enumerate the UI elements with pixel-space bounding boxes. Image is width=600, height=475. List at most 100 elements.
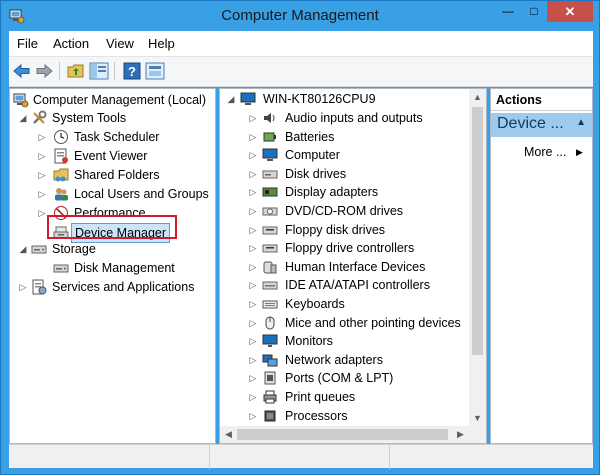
tree-item-shared-folders[interactable]: ▷ Shared Folders [10, 166, 215, 184]
device-category-label: Batteries [285, 129, 335, 144]
device-category-floppy-drive-controllers[interactable]: ▷ Floppy drive controllers [220, 239, 470, 257]
device-category-label: Ports (COM & LPT) [285, 371, 394, 386]
tree-item-computer-management[interactable]: Computer Management (Local) [10, 91, 215, 109]
device-category-label: Floppy drive controllers [285, 241, 415, 256]
tree-item-label: Shared Folders [74, 168, 160, 182]
device-category-processors[interactable]: ▷ Processors [220, 407, 470, 425]
close-button[interactable]: ✕ [547, 1, 593, 22]
forward-arrow-icon[interactable] [34, 61, 54, 81]
chevron-right-icon[interactable]: ▷ [248, 109, 258, 127]
tree-item-event-viewer[interactable]: ▷ Event Viewer [10, 147, 215, 165]
actions-section-device-manager[interactable]: Device ... ▲ [491, 113, 592, 137]
chevron-down-icon[interactable]: ◢ [226, 90, 236, 108]
device-category-display-adapters[interactable]: ▷ Display adapters [220, 183, 470, 201]
chevron-right-icon[interactable]: ▷ [37, 185, 47, 203]
scrollbar-thumb[interactable] [237, 429, 448, 440]
device-category-human-interface-devices[interactable]: ▷ Human Interface Devices [220, 258, 470, 276]
properties-icon[interactable] [145, 61, 165, 81]
chevron-right-icon[interactable]: ▷ [248, 128, 258, 146]
device-category-label: Monitors [285, 334, 333, 349]
chevron-right-icon[interactable]: ▷ [37, 147, 47, 165]
device-category-label: Computer [285, 148, 340, 163]
help-icon[interactable]: ? [122, 61, 142, 81]
tree-item-local-users-groups[interactable]: ▷ Local Users and Groups [10, 185, 215, 203]
chevron-right-icon[interactable]: ▷ [248, 165, 258, 183]
chevron-right-icon[interactable]: ▷ [248, 221, 258, 239]
chevron-right-icon[interactable]: ▷ [248, 146, 258, 164]
vertical-scrollbar[interactable]: ▲ ▼ [469, 89, 486, 427]
chevron-right-icon[interactable]: ▷ [248, 332, 258, 350]
menu-help[interactable]: Help [148, 36, 175, 51]
chevron-right-icon[interactable]: ▷ [248, 351, 258, 369]
chevron-right-icon[interactable]: ▷ [18, 278, 28, 296]
chevron-down-icon[interactable]: ◢ [18, 109, 28, 127]
ide-controller-icon [262, 281, 278, 290]
chevron-down-icon[interactable]: ◢ [18, 240, 28, 258]
speaker-icon [264, 113, 275, 123]
up-folder-icon[interactable] [66, 61, 86, 81]
device-category-label: Human Interface Devices [285, 259, 426, 274]
device-category-batteries[interactable]: ▷ Batteries [220, 128, 470, 146]
device-category-monitors[interactable]: ▷ Monitors [220, 332, 470, 350]
device-category-ports-com-lpt[interactable]: ▷ Ports (COM & LPT) [220, 369, 470, 387]
scroll-right-arrow[interactable]: ▶ [452, 426, 469, 443]
minimize-button[interactable]: — [495, 1, 521, 22]
device-category-computer[interactable]: ▷ Computer [220, 146, 470, 164]
tree-item-storage[interactable]: ◢ Storage [10, 240, 215, 258]
tree-item-services-applications[interactable]: ▷ Services and Applications [10, 278, 215, 296]
menu-action[interactable]: Action [53, 36, 89, 51]
services-icon [32, 279, 47, 295]
mouse-icon [265, 316, 275, 330]
title-bar[interactable]: Computer Management — □ ✕ [1, 1, 599, 31]
tree-item-label: Computer Management (Local) [33, 93, 206, 107]
chevron-right-icon[interactable]: ▷ [37, 166, 47, 184]
device-category-print-queues[interactable]: ▷ Print queues [220, 388, 470, 406]
scroll-left-arrow[interactable]: ◀ [220, 426, 237, 443]
chevron-right-icon[interactable]: ▷ [37, 204, 47, 222]
chevron-right-icon[interactable]: ▷ [248, 314, 258, 332]
chevron-right-icon[interactable]: ▷ [248, 295, 258, 313]
chevron-right-icon[interactable]: ▷ [37, 128, 47, 146]
battery-icon [263, 132, 276, 142]
scroll-down-arrow[interactable]: ▼ [469, 410, 486, 427]
chevron-right-icon[interactable]: ▷ [248, 183, 258, 201]
more-actions-item[interactable]: More ... ▶ [524, 143, 583, 161]
menu-view[interactable]: View [106, 36, 134, 51]
chevron-right-icon[interactable]: ▷ [248, 407, 258, 425]
dvd-drive-icon [262, 207, 278, 216]
back-arrow-icon[interactable] [12, 61, 32, 81]
chevron-right-icon[interactable]: ▷ [248, 258, 258, 276]
device-category-ide-ata-atapi-controllers[interactable]: ▷ IDE ATA/ATAPI controllers [220, 276, 470, 294]
device-list-pane[interactable]: ◢ WIN-KT80126CPU9 ▷ Audio inputs and outp… [219, 88, 487, 444]
device-category-floppy-disk-drives[interactable]: ▷ Floppy disk drives [220, 221, 470, 239]
device-computer-node[interactable]: ◢ WIN-KT80126CPU9 [220, 90, 470, 108]
device-category-keyboards[interactable]: ▷ Keyboards [220, 295, 470, 313]
device-category-disk-drives[interactable]: ▷ Disk drives [220, 165, 470, 183]
show-hide-tree-icon[interactable] [89, 61, 109, 81]
tree-item-task-scheduler[interactable]: ▷ Task Scheduler [10, 128, 215, 146]
chevron-right-icon[interactable]: ▷ [248, 388, 258, 406]
maximize-button[interactable]: □ [521, 1, 547, 22]
scrollbar-thumb[interactable] [472, 107, 483, 355]
device-category-audio-inputs-and-outputs[interactable]: ▷ Audio inputs and outputs [220, 109, 470, 127]
device-category-label: Disk drives [285, 166, 347, 181]
computer-icon [240, 92, 256, 105]
device-category-network-adapters[interactable]: ▷ Network adapters [220, 351, 470, 369]
chevron-right-icon[interactable]: ▷ [248, 239, 258, 257]
chevron-right-icon[interactable]: ▷ [248, 202, 258, 220]
collapse-triangle-icon[interactable]: ▲ [576, 117, 586, 128]
menu-file[interactable]: File [17, 36, 38, 51]
tree-item-disk-management[interactable]: Disk Management [10, 259, 215, 277]
horizontal-scrollbar[interactable]: ◀ ▶ [220, 426, 469, 443]
device-category-label: Display adapters [285, 185, 379, 200]
device-category-mice-and-other-pointing-devices[interactable]: ▷ Mice and other pointing devices [220, 314, 470, 332]
chevron-right-icon[interactable]: ▷ [248, 276, 258, 294]
tree-item-system-tools[interactable]: ◢ System Tools [10, 109, 215, 127]
printer-icon [263, 390, 277, 404]
hid-icon [263, 261, 277, 274]
toolbar-separator [114, 62, 115, 80]
chevron-right-icon[interactable]: ▷ [248, 369, 258, 387]
console-tree-pane[interactable]: Computer Management (Local) ◢ System Too… [9, 88, 216, 444]
scroll-up-arrow[interactable]: ▲ [469, 89, 486, 106]
device-category-dvd-cd-rom-drives[interactable]: ▷ DVD/CD-ROM drives [220, 202, 470, 220]
